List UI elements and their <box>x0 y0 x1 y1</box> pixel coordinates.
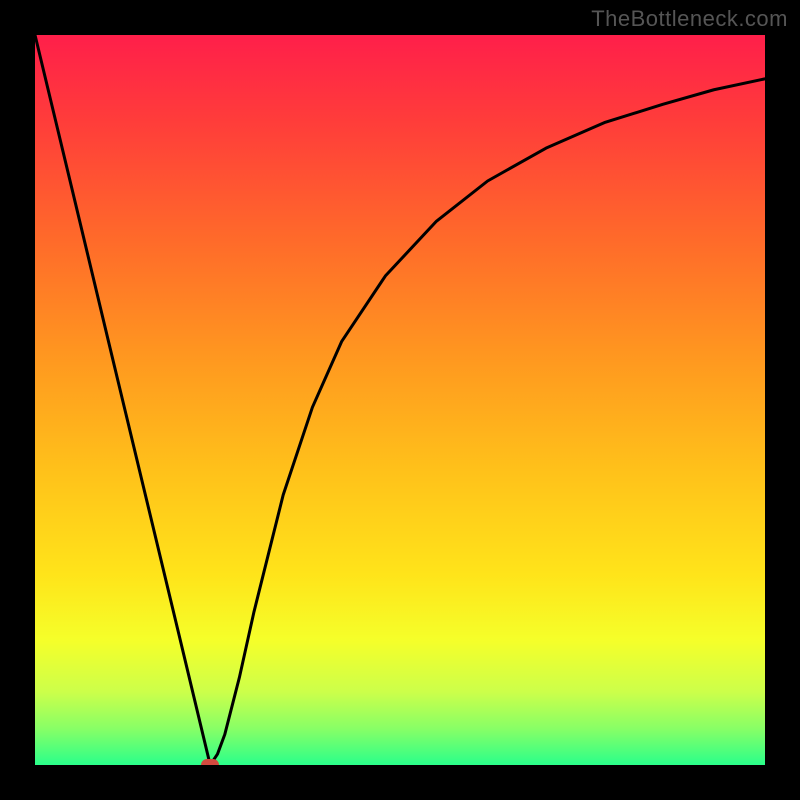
plot-area <box>35 35 765 765</box>
chart-frame: TheBottleneck.com <box>0 0 800 800</box>
plot-svg <box>35 35 765 765</box>
gradient-background <box>35 35 765 765</box>
watermark-text: TheBottleneck.com <box>591 6 788 32</box>
